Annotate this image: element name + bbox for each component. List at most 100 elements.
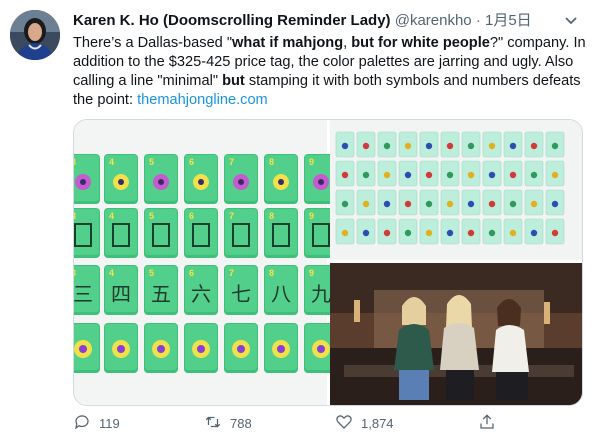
mahjong-tiles-closeup-image[interactable]: 345678934567893三4四5五6六7七8八9九 — [74, 120, 338, 405]
tile-number: 9 — [309, 268, 314, 278]
founders-photo-image[interactable] — [330, 263, 582, 405]
mahjong-tile: 6 — [184, 208, 218, 258]
tile-number: 4 — [109, 211, 114, 221]
tweet-text-bold: what if mahjong — [232, 35, 344, 51]
mahjong-tile: 3三 — [74, 265, 100, 315]
tweet-actions: 119 788 1,874 — [73, 410, 583, 440]
mahjong-tile — [184, 323, 218, 373]
tweet[interactable]: Karen K. Ho (Doomscrolling Reminder Lady… — [0, 0, 592, 443]
tweet-text-part: There’s a Dallas-based " — [73, 35, 233, 51]
tile-number: 7 — [229, 268, 234, 278]
mahjong-tile — [545, 160, 565, 187]
mahjong-tile — [419, 160, 439, 187]
reply-button[interactable]: 119 — [73, 413, 120, 434]
mahjong-tile: 5 — [144, 154, 178, 204]
mahjong-tile: 7 — [224, 208, 258, 258]
tile-number: 9 — [309, 211, 314, 221]
tweet-date[interactable]: 1月5日 — [485, 12, 532, 29]
separator-dot: · — [475, 12, 481, 29]
reply-icon — [73, 413, 91, 434]
tile-character: 八 — [271, 282, 291, 306]
mahjong-tile — [545, 131, 565, 158]
tile-number: 4 — [109, 157, 114, 167]
tweet-text-bold: but — [222, 73, 245, 89]
mahjong-tile — [419, 131, 439, 158]
mahjong-tile: 8 — [264, 208, 298, 258]
mahjong-tile — [398, 189, 418, 216]
mahjong-tile — [377, 189, 397, 216]
mahjong-tile: 8八 — [264, 265, 298, 315]
tweet-link[interactable]: themahjongline.com — [137, 92, 268, 108]
tile-number: 6 — [189, 157, 194, 167]
mahjong-tile — [398, 131, 418, 158]
mahjong-tile — [335, 189, 355, 216]
mahjong-tile — [503, 160, 523, 187]
mahjong-tile — [482, 160, 502, 187]
tile-character: 九 — [311, 282, 331, 306]
heart-icon — [335, 413, 353, 434]
like-count: 1,874 — [361, 416, 394, 431]
tile-number: 6 — [189, 211, 194, 221]
mahjong-tile — [377, 160, 397, 187]
tile-character: 三 — [74, 282, 93, 306]
tile-number: 7 — [229, 157, 234, 167]
mahjong-tile: 8 — [264, 154, 298, 204]
mahjong-tile — [503, 131, 523, 158]
mahjong-tile: 6六 — [184, 265, 218, 315]
mahjong-tile — [524, 218, 544, 245]
mahjong-tile — [440, 131, 460, 158]
mahjong-tile: 4四 — [104, 265, 138, 315]
mahjong-tile — [461, 160, 481, 187]
tile-number: 5 — [149, 157, 154, 167]
mahjong-tile — [419, 189, 439, 216]
mahjong-tile — [104, 323, 138, 373]
mahjong-tile — [356, 189, 376, 216]
reply-count: 119 — [99, 416, 120, 431]
tweet-text-bold: but for white people — [351, 35, 490, 51]
mahjong-tile: 7 — [224, 154, 258, 204]
tweet-media[interactable]: 345678934567893三4四5五6六7七8八9九 — [73, 119, 583, 406]
avatar[interactable] — [10, 10, 60, 60]
author-name[interactable]: Karen K. Ho (Doomscrolling Reminder Lady… — [73, 12, 391, 29]
mahjong-tile: 3 — [74, 154, 100, 204]
mahjong-tile — [356, 160, 376, 187]
more-icon[interactable] — [561, 10, 581, 35]
mahjong-tile — [356, 218, 376, 245]
mahjong-tile — [335, 218, 355, 245]
mahjong-tile — [74, 323, 100, 373]
mahjong-tile — [335, 160, 355, 187]
tile-character: 五 — [151, 282, 171, 306]
tile-number: 8 — [269, 211, 274, 221]
author-handle[interactable]: @karenkho — [395, 12, 472, 29]
tile-number: 8 — [269, 268, 274, 278]
mahjong-tile — [440, 218, 460, 245]
mahjong-tile: 5五 — [144, 265, 178, 315]
mahjong-tile — [524, 131, 544, 158]
retweet-icon — [204, 413, 222, 434]
mahjong-tile — [440, 189, 460, 216]
mahjong-tile: 7七 — [224, 265, 258, 315]
share-icon — [478, 413, 496, 434]
tile-number: 3 — [74, 157, 76, 167]
mahjong-tile — [545, 189, 565, 216]
mahjong-tile-grid-image[interactable] — [330, 120, 582, 260]
like-button[interactable]: 1,874 — [335, 413, 394, 434]
mahjong-tile — [482, 218, 502, 245]
mahjong-tile — [377, 218, 397, 245]
mahjong-tile: 5 — [144, 208, 178, 258]
mahjong-tile: 4 — [104, 154, 138, 204]
tile-number: 3 — [74, 211, 76, 221]
share-button[interactable] — [478, 413, 496, 434]
retweet-count: 788 — [230, 416, 252, 431]
mahjong-tile — [503, 189, 523, 216]
tile-number: 7 — [229, 211, 234, 221]
tweet-text: There’s a Dallas-based "what if mahjong,… — [73, 34, 588, 110]
tile-number: 9 — [309, 157, 314, 167]
mahjong-tile: 3 — [74, 208, 100, 258]
mahjong-tile: 6 — [184, 154, 218, 204]
mahjong-tile — [461, 131, 481, 158]
tile-number: 5 — [149, 211, 154, 221]
mahjong-tile — [482, 189, 502, 216]
retweet-button[interactable]: 788 — [204, 413, 252, 434]
mahjong-tile — [461, 218, 481, 245]
